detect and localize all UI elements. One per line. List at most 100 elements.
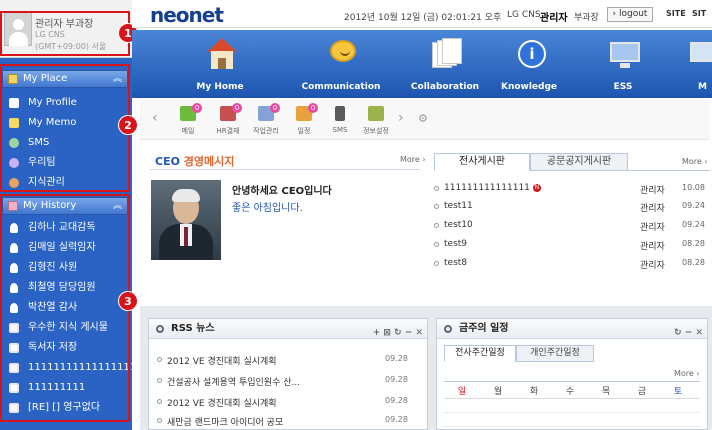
quick-sms[interactable]: SMS [324,104,356,138]
settings-icon [368,106,384,121]
header-company: LG CNS [507,10,541,20]
callout-badge-3: 3 [118,291,138,311]
rss-row-date: 09.28 [385,375,408,384]
site-link[interactable]: SITE [666,9,686,18]
weekday-header: 일 월 화 수 목 금 토 [444,381,700,399]
portlet-dot-icon [156,325,164,333]
day-tue: 화 [529,387,539,397]
logout-label: logout [619,9,648,19]
bullet-icon [157,399,162,404]
site-link[interactable]: SIT [692,9,706,18]
nav-collaboration[interactable]: Collaboration [400,30,490,98]
tab-personal-weekly[interactable]: 개인주간일정 [516,345,594,362]
nav-label: Collaboration [410,82,480,92]
rss-row-title: 2012 VE 경진대회 실시계획 [167,399,277,409]
ceo-photo [151,180,221,260]
nav-label: My Home [196,82,244,92]
ceo-greeting[interactable]: 안녕하세요 CEO입니다 [232,182,332,197]
mail-count-badge: 0 [192,103,202,113]
schedule-count-badge: 0 [308,103,318,113]
ceo-more-link[interactable]: More › [400,155,426,164]
tab-company-weekly[interactable]: 전사주간일정 [444,345,516,362]
top-header: neonet 2012년 10월 12일 (금) 02:01:21 오후 LG … [132,0,712,28]
nav-more[interactable]: M [672,30,712,98]
quick-settings[interactable]: 정보설정 [360,104,392,138]
info-icon: i [516,38,546,70]
board-row-date: 10.08 [682,183,705,192]
annotation-box-profile [0,11,130,56]
home-icon [207,38,237,70]
board-row-date: 08.28 [682,258,705,267]
board-row[interactable]: 111111111111111 N 관리자 10.08 [434,181,710,197]
nav-label: Communication [301,82,381,92]
schedule-portlet-header[interactable]: 금주의 일정 ↻ − ✕ [437,319,707,339]
tab-notice-board[interactable]: 공문공지게시판 [530,153,628,171]
quick-label: 작업관리 [253,127,279,135]
rss-row[interactable]: 건설공사 설계용역 투입인원수 산... 09.28 [157,372,427,390]
schedule-more-label: More [674,369,694,378]
new-badge: N [532,183,541,192]
task-count-badge: 0 [270,103,280,113]
day-sun: 일 [457,387,467,397]
ceo-message[interactable]: 좋은 아침입니다. [232,199,303,214]
nav-my-home[interactable]: My Home [175,30,265,98]
header-user-name: 관리자 [540,13,568,24]
more-menu-icon [690,38,712,70]
tab-company-board[interactable]: 전사게시판 [434,153,530,171]
annotation-box-my-history [0,194,130,422]
board-more-link[interactable]: More › [682,157,708,166]
board-row[interactable]: test9 관리자 08.28 [434,237,710,253]
board-row[interactable]: test10 관리자 09.24 [434,218,710,234]
board-row-title: test8 [444,258,468,268]
bullet-icon [434,242,439,247]
bullet-icon [157,378,162,383]
rss-portlet-header[interactable]: RSS 뉴스 + ⊠ ↻ − ✕ [149,319,427,339]
day-fri: 금 [637,387,647,397]
rss-title: RSS 뉴스 [171,323,215,334]
portlet-controls[interactable]: + ⊠ ↻ − ✕ [373,323,423,343]
nav-label: ESS [613,82,633,92]
schedule-title: 금주의 일정 [459,323,509,334]
rss-row-date: 09.28 [385,415,408,424]
chevron-left-icon[interactable]: ‹ [152,110,158,126]
bullet-icon [434,204,439,209]
rss-row[interactable]: 새만금 랜드마크 아이디어 공모 09.28 [157,412,427,430]
phone-icon [335,106,345,121]
portlet-controls[interactable]: ↻ − ✕ [674,323,703,343]
quick-label: SMS [332,126,348,134]
quick-hr-approval[interactable]: 0 HR결재 [212,103,244,138]
ceo-more-label: More [400,155,420,164]
board-row-author: 관리자 [640,186,665,196]
nav-communication[interactable]: Communication [296,30,386,98]
nav-knowledge[interactable]: i Knowledge [484,30,574,98]
quick-label: 메일 [181,127,195,135]
day-wed: 수 [565,387,575,397]
nav-label: M [698,82,707,92]
callout-badge-2: 2 [118,115,138,135]
quick-toolbar: ‹ 0 메일 0 HR결재 0 작업관리 0 일정 SMS 정보설정 › ⚙ [140,100,710,140]
rss-row-title: 2012 VE 경진대회 실시계획 [167,357,277,367]
nav-ess[interactable]: ESS [578,30,668,98]
gear-icon[interactable]: ⚙ [418,112,428,125]
annotation-box-my-place [0,64,130,192]
quick-task[interactable]: 0 작업관리 [250,103,282,138]
bullet-icon [434,186,439,191]
schedule-more-link[interactable]: More › [674,369,700,378]
rss-row[interactable]: 2012 VE 경진대회 실시계획 09.28 [157,393,427,411]
quick-schedule[interactable]: 0 일정 [288,103,320,138]
board-row[interactable]: test11 관리자 09.24 [434,199,710,215]
day-thu: 목 [601,387,611,397]
board-row[interactable]: test8 관리자 08.28 [434,256,710,272]
portlet-dot-icon [444,325,452,333]
rss-news-portlet: RSS 뉴스 + ⊠ ↻ − ✕ 2012 VE 경진대회 실시계획 09.28 … [148,318,428,430]
neonet-logo[interactable]: neonet [150,3,224,27]
logout-button[interactable]: › logout [607,7,653,22]
current-datetime: 2012년 10월 12일 (금) 02:01:21 오후 [344,13,502,23]
board-row-date: 09.24 [682,220,705,229]
day-sat: 토 [673,387,683,397]
chevron-right-icon[interactable]: › [398,110,404,126]
ceo-title-main: 경영메시지 [183,155,235,168]
rss-row[interactable]: 2012 VE 경진대회 실시계획 09.28 [157,351,427,369]
quick-mail[interactable]: 0 메일 [172,103,204,138]
board-row-title: test10 [444,220,473,230]
